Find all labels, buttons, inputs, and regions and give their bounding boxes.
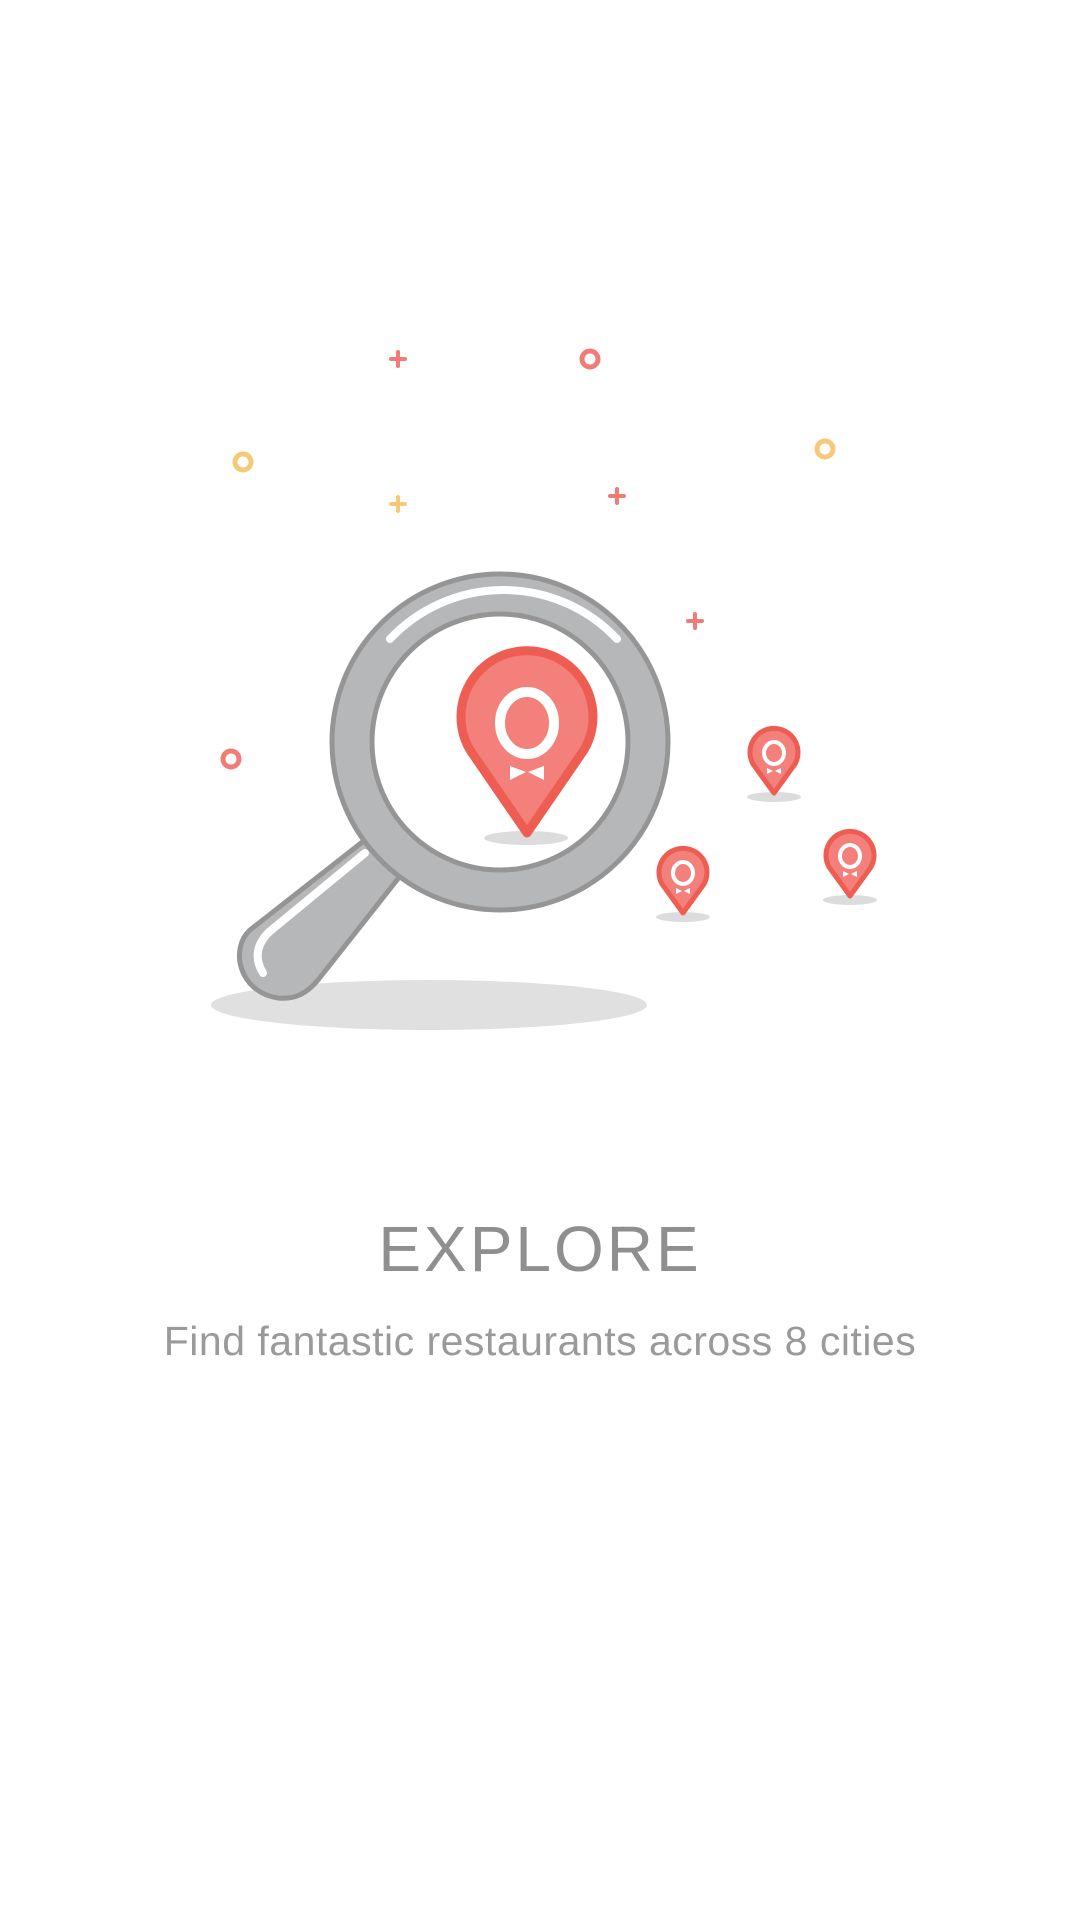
sparkle-icon [389,350,407,368]
map-pin-icon [823,828,877,905]
sparkle-icon [608,487,626,505]
page-title: EXPLORE [378,1213,702,1285]
circle-icon [814,438,836,460]
sparkle-icon [686,612,704,630]
map-pin-icon [747,725,801,802]
map-pin-icon [656,845,710,922]
circle-icon [220,748,242,770]
magnifier-icon [236,571,671,1001]
sparkle-icon [389,495,407,513]
onboarding-screen: EXPLORE Find fantastic restaurants acros… [0,0,1080,1920]
circle-icon [232,451,254,473]
explore-illustration [211,348,877,1030]
circle-icon [579,348,601,370]
page-subtitle: Find fantastic restaurants across 8 citi… [163,1318,917,1364]
